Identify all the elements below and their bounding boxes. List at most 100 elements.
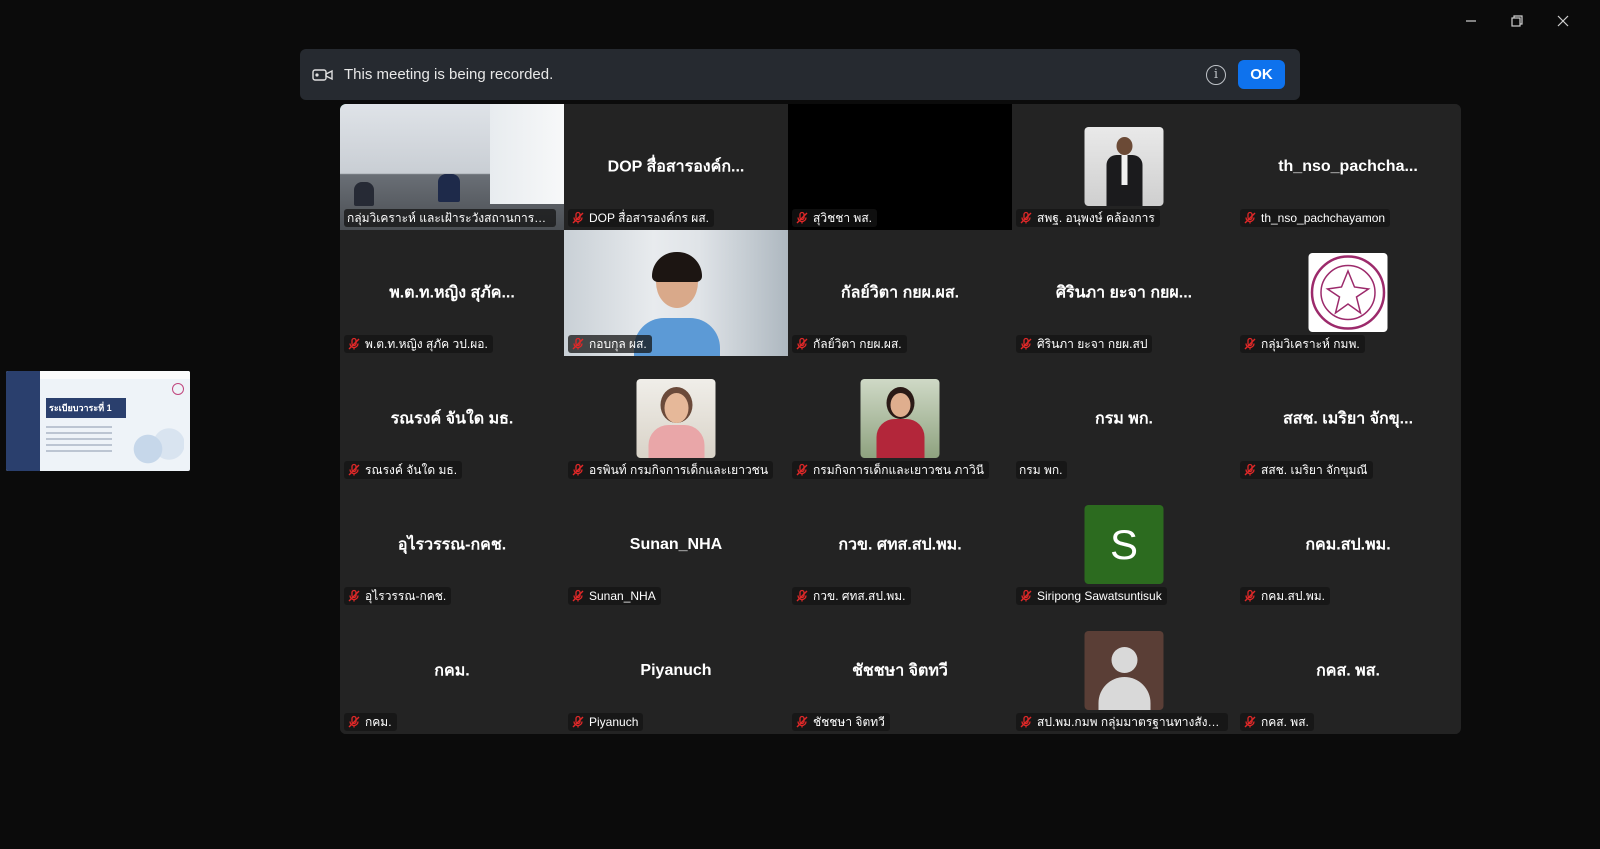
- thumbnail-logo: [172, 383, 184, 395]
- participant-name-label: กคม.สป.พม.: [1240, 587, 1330, 605]
- participant-tile[interactable]: รณรงค์ จันใด มธ. รณรงค์ จันใด มธ.: [340, 356, 564, 482]
- close-button[interactable]: [1540, 10, 1586, 32]
- participant-tile[interactable]: กรมกิจการเด็กและเยาวชน ภาวินี: [788, 356, 1012, 482]
- participant-name: สป.พม.กมพ กลุ่มมาตรฐานทางสังคม: [1037, 714, 1223, 729]
- info-icon[interactable]: i: [1206, 64, 1226, 85]
- thumbnail-illustration: [124, 419, 184, 469]
- participant-name: กัลย์วิตา กยผ.ผส.: [813, 336, 902, 351]
- restore-button[interactable]: [1494, 10, 1540, 32]
- participant-name: กลุ่มวิเคราะห์ และเฝ้าระวังสถานการณ์ทางส…: [347, 210, 551, 225]
- thumbnail-sidebar: [6, 371, 40, 471]
- participant-name: Sunan_NHA: [589, 589, 656, 603]
- participant-tile[interactable]: อรพินท์ กรมกิจการเด็กและเยาวชน: [564, 356, 788, 482]
- mic-muted-icon: [348, 463, 360, 476]
- participant-name: Siripong Sawatsuntisuk: [1037, 589, 1162, 603]
- participant-tile[interactable]: สุวิชชา พส.: [788, 104, 1012, 230]
- participant-name: กวข. ศทส.สป.พม.: [813, 588, 906, 603]
- participant-display-name: กคม.: [434, 662, 470, 680]
- participant-display-name: th_nso_pachcha...: [1278, 158, 1418, 175]
- participant-name: th_nso_pachchayamon: [1261, 211, 1386, 225]
- participant-display-name: กรม พก.: [1095, 410, 1153, 428]
- recording-message: This meeting is being recorded.: [344, 66, 554, 83]
- participant-display-name: Sunan_NHA: [629, 536, 723, 553]
- participant-name-label: กัลย์วิตา กยผ.ผส.: [792, 335, 907, 353]
- participant-tile[interactable]: สพฐ. อนุพงษ์ คล้องการ: [1012, 104, 1236, 230]
- thumbnail-text-lines: [46, 426, 112, 456]
- participant-tile[interactable]: สสช. เมริยา จักขุ... สสช. เมริยา จักขุมณ…: [1236, 356, 1460, 482]
- participant-name: สสช. เมริยา จักขุมณี: [1261, 462, 1368, 477]
- mic-muted-icon: [572, 589, 584, 602]
- participant-name-label: สป.พม.กมพ กลุ่มมาตรฐานทางสังคม: [1016, 713, 1228, 731]
- profile-photo: [860, 379, 940, 458]
- mic-muted-icon: [1020, 211, 1032, 224]
- participant-name: ศิรินภา ยะจา กยผ.สป: [1037, 336, 1148, 351]
- participants-gallery: กลุ่มวิเคราะห์ และเฝ้าระวังสถานการณ์ทางส…: [340, 104, 1461, 734]
- mic-muted-icon: [1020, 337, 1032, 350]
- participant-name-label: DOP สื่อสารองค์กร ผส.: [568, 209, 714, 227]
- participant-name: กรม พก.: [1019, 462, 1063, 477]
- participant-tile[interactable]: สป.พม.กมพ กลุ่มมาตรฐานทางสังคม: [1012, 608, 1236, 734]
- mic-muted-icon: [796, 589, 808, 602]
- participant-name-label: กลุ่มวิเคราะห์ กมพ.: [1240, 335, 1365, 353]
- participant-display-name: Piyanuch: [640, 662, 712, 679]
- participant-tile[interactable]: ชัชชษา จิตทวี ชัชชษา จิตทวี: [788, 608, 1012, 734]
- participant-name-label: ศิรินภา ยะจา กยผ.สป: [1016, 335, 1153, 353]
- participant-name: กรมกิจการเด็กและเยาวชน ภาวินี: [813, 462, 984, 477]
- video-person: [354, 182, 374, 206]
- participant-display-name: ศิรินภา ยะจา กยผ...: [1055, 284, 1193, 302]
- participant-name-label: กวข. ศทส.สป.พม.: [792, 587, 911, 605]
- participant-name: อุไรวรรณ-กคช.: [365, 588, 447, 603]
- participant-name: อรพินท์ กรมกิจการเด็กและเยาวชน: [589, 462, 769, 477]
- participant-name-label: รณรงค์ จันใด มธ.: [344, 461, 463, 479]
- participant-tile[interactable]: กคม.สป.พม. กคม.สป.พม.: [1236, 482, 1460, 608]
- participant-display-name: กคส. พส.: [1316, 662, 1380, 680]
- participant-name-label: พ.ต.ท.หญิง สุภัค วป.ผอ.: [344, 335, 493, 353]
- participant-name: ชัชชษา จิตทวี: [813, 714, 885, 729]
- participant-tile[interactable]: กวข. ศทส.สป.พม. กวข. ศทส.สป.พม.: [788, 482, 1012, 608]
- close-icon: [1557, 15, 1569, 27]
- participant-tile[interactable]: กลุ่มวิเคราะห์ กมพ.: [1236, 230, 1460, 356]
- participant-name-label: กคส. พส.: [1240, 713, 1314, 731]
- mic-muted-icon: [796, 715, 808, 728]
- participant-name: DOP สื่อสารองค์กร ผส.: [589, 210, 709, 225]
- participant-display-name: กัลย์วิตา กยผ.ผส.: [840, 284, 960, 302]
- ok-button[interactable]: OK: [1238, 60, 1285, 89]
- participant-name-label: กรม พก.: [1016, 461, 1068, 479]
- recording-banner: This meeting is being recorded. i OK: [300, 49, 1300, 100]
- participant-tile[interactable]: กคม. กคม.: [340, 608, 564, 734]
- participant-display-name: DOP สื่อสารองค์ก...: [607, 158, 745, 176]
- default-avatar-icon: [1084, 631, 1164, 710]
- participant-tile[interactable]: กอบกุล ผส.: [564, 230, 788, 356]
- seal-logo-icon: [1308, 253, 1388, 332]
- minimize-button[interactable]: [1448, 10, 1494, 32]
- participant-tile[interactable]: Sunan_NHA Sunan_NHA: [564, 482, 788, 608]
- participant-tile[interactable]: กคส. พส. กคส. พส.: [1236, 608, 1460, 734]
- participant-name: กอบกุล ผส.: [589, 336, 647, 351]
- participant-name: กคม.สป.พม.: [1261, 588, 1325, 603]
- mic-muted-icon: [572, 211, 584, 224]
- participant-display-name: ชัชชษา จิตทวี: [852, 662, 948, 680]
- participant-name-label: สสช. เมริยา จักขุมณี: [1240, 461, 1373, 479]
- profile-photo: [1084, 127, 1164, 206]
- participant-name-label: th_nso_pachchayamon: [1240, 209, 1391, 227]
- mic-muted-icon: [796, 337, 808, 350]
- participant-tile[interactable]: S Siripong Sawatsuntisuk: [1012, 482, 1236, 608]
- participant-tile[interactable]: พ.ต.ท.หญิง สุภัค... พ.ต.ท.หญิง สุภัค วป.…: [340, 230, 564, 356]
- participant-name-label: ชัชชษา จิตทวี: [792, 713, 890, 731]
- participant-tile[interactable]: th_nso_pachcha... th_nso_pachchayamon: [1236, 104, 1460, 230]
- participant-tile[interactable]: ศิรินภา ยะจา กยผ... ศิรินภา ยะจา กยผ.สป: [1012, 230, 1236, 356]
- participant-name: กคม.: [365, 714, 392, 729]
- participant-name-label: กรมกิจการเด็กและเยาวชน ภาวินี: [792, 461, 989, 479]
- participant-name-label: Sunan_NHA: [568, 587, 661, 605]
- participant-tile[interactable]: กรม พก. กรม พก.: [1012, 356, 1236, 482]
- participant-tile[interactable]: DOP สื่อสารองค์ก... DOP สื่อสารองค์กร ผส…: [564, 104, 788, 230]
- participant-display-name: สสช. เมริยา จักขุ...: [1282, 410, 1414, 428]
- participant-tile[interactable]: อุไรวรรณ-กคช. อุไรวรรณ-กคช.: [340, 482, 564, 608]
- participant-name-label: Piyanuch: [568, 713, 644, 731]
- mic-muted-icon: [1020, 589, 1032, 602]
- participant-tile[interactable]: กลุ่มวิเคราะห์ และเฝ้าระวังสถานการณ์ทางส…: [340, 104, 564, 230]
- participant-tile[interactable]: Piyanuch Piyanuch: [564, 608, 788, 734]
- participant-tile[interactable]: กัลย์วิตา กยผ.ผส. กัลย์วิตา กยผ.ผส.: [788, 230, 1012, 356]
- shared-screen-thumbnail[interactable]: ระเบียบวาระที่ 1: [6, 371, 190, 471]
- avatar-initial: S: [1084, 505, 1164, 584]
